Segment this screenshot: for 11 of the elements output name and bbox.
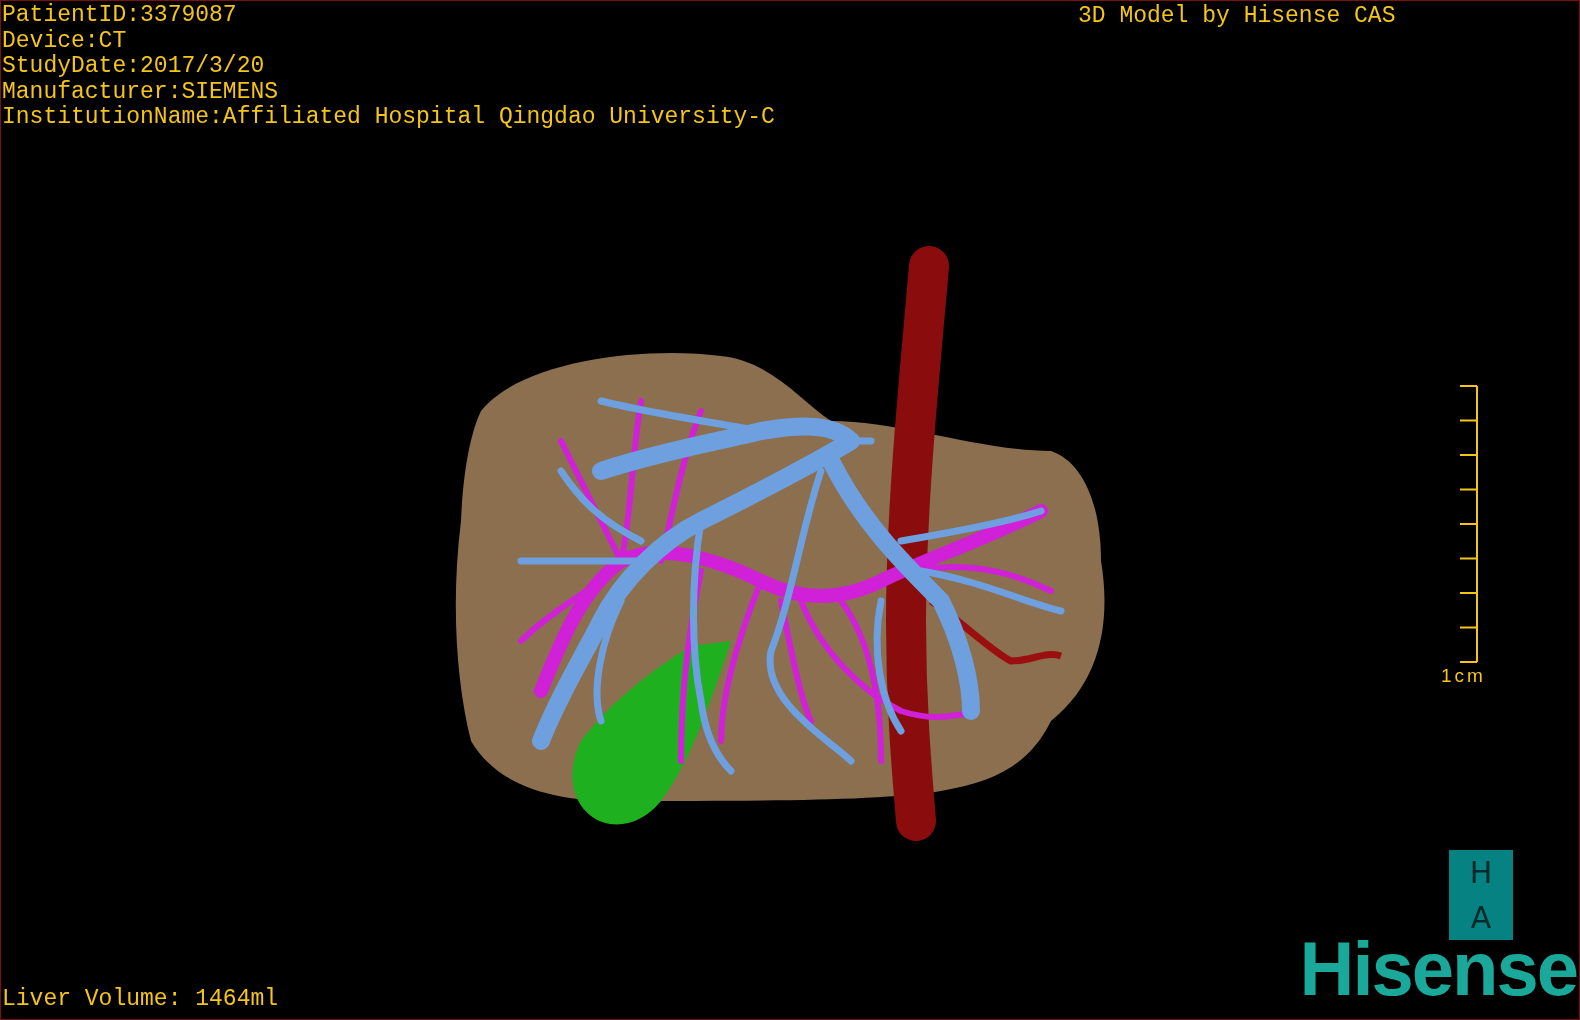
- liver-volume: Liver Volume: 1464ml: [2, 987, 279, 1013]
- orientation-letter: A: [1470, 902, 1492, 933]
- brand-logo: Hisense: [1299, 931, 1577, 1007]
- patient-info-line: Manufacturer:SIEMENS: [2, 79, 280, 105]
- patient-info-line: Device:CT: [2, 28, 128, 54]
- patient-info-line: InstitutionName:Affiliated Hospital Qingdao University-C: [2, 105, 775, 131]
- patient-info-line: StudyDate:2017/3/20: [2, 54, 266, 80]
- orientation-letter: H: [1469, 857, 1493, 888]
- scale-label: 1cm: [1441, 665, 1486, 687]
- patient-info-line: PatientID:3379087: [2, 3, 238, 29]
- viewer-title: 3D Model by Hisense CAS: [1078, 4, 1396, 30]
